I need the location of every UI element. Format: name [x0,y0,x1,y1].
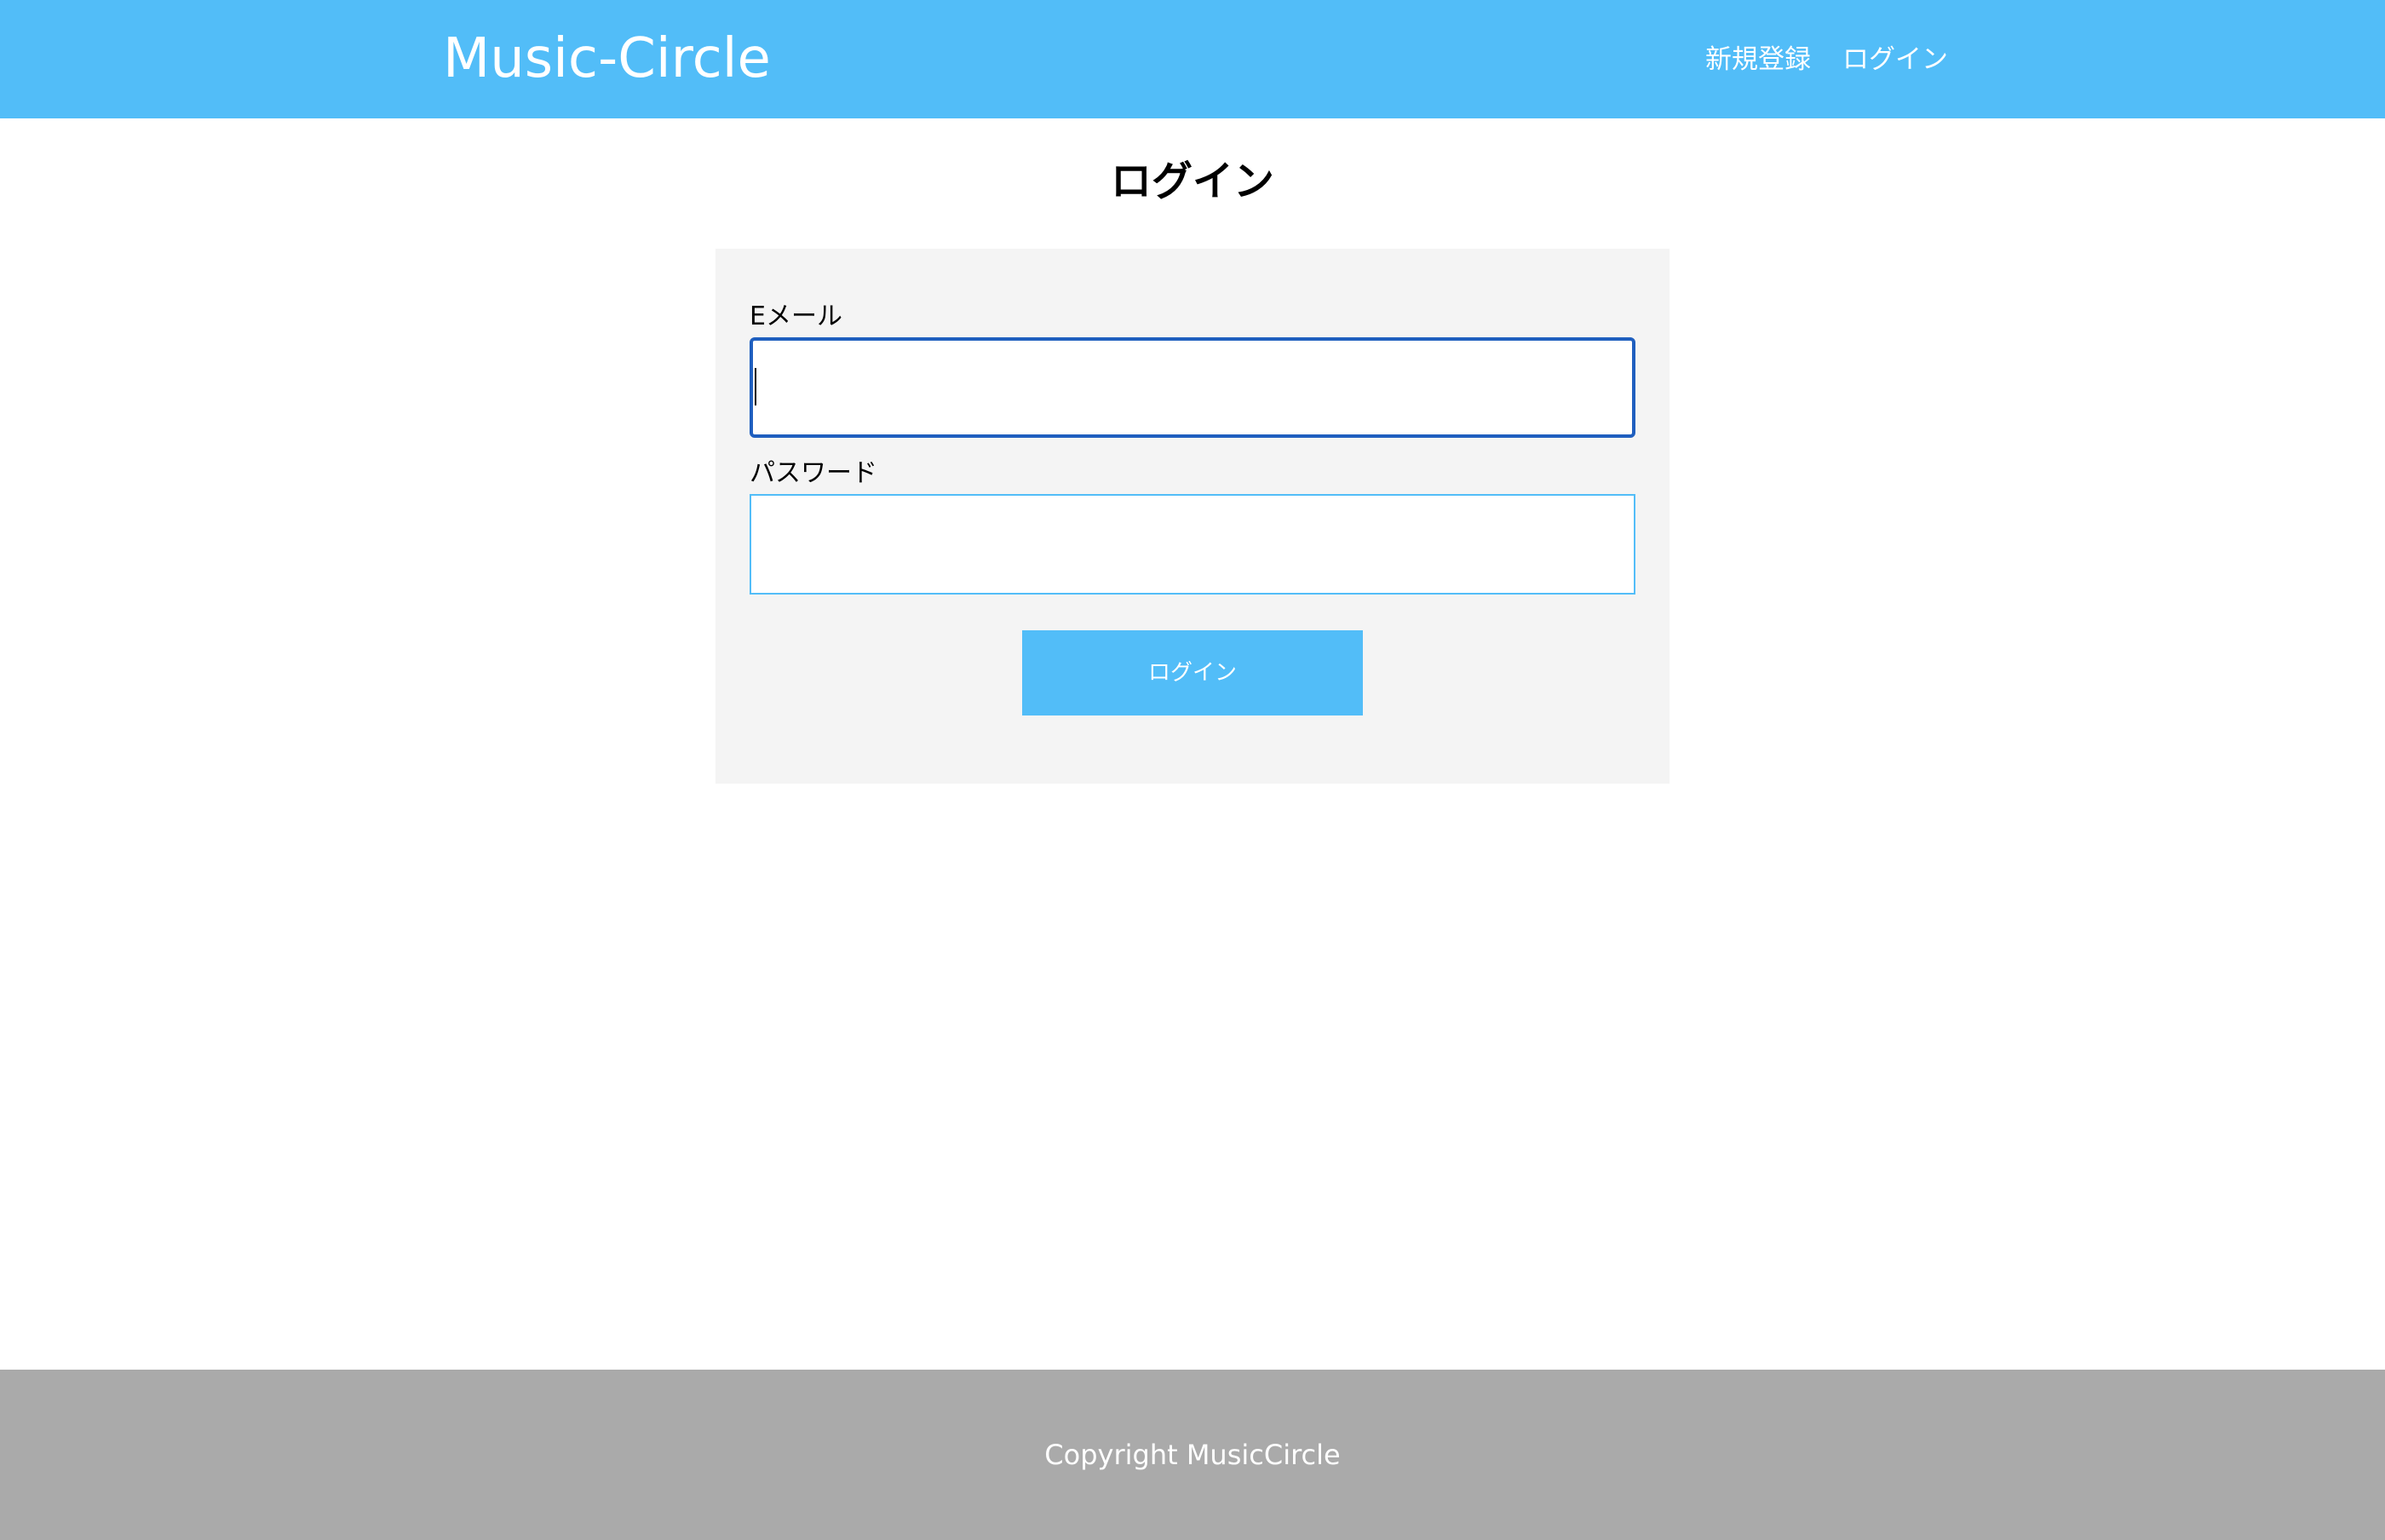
page-title: ログイン [1110,158,1274,205]
password-label: パスワード [750,458,877,488]
email-label: Eメール [750,302,842,331]
nav-login-link[interactable]: ログイン [1842,39,1948,80]
site-logo[interactable]: Music-Circle [443,24,771,94]
site-header: Music-Circle 新規登録 ログイン [0,0,2385,118]
email-field[interactable] [750,337,1635,438]
text-caret [755,368,756,405]
copyright-text: Copyright MusicCircle [1044,1439,1341,1471]
login-button[interactable]: ログイン [1022,630,1363,715]
password-field[interactable] [750,494,1635,595]
nav-signup-link[interactable]: 新規登録 [1705,39,1811,80]
login-form: Eメール パスワード ログイン [716,249,1670,784]
site-footer: Copyright MusicCircle [0,1370,2385,1540]
